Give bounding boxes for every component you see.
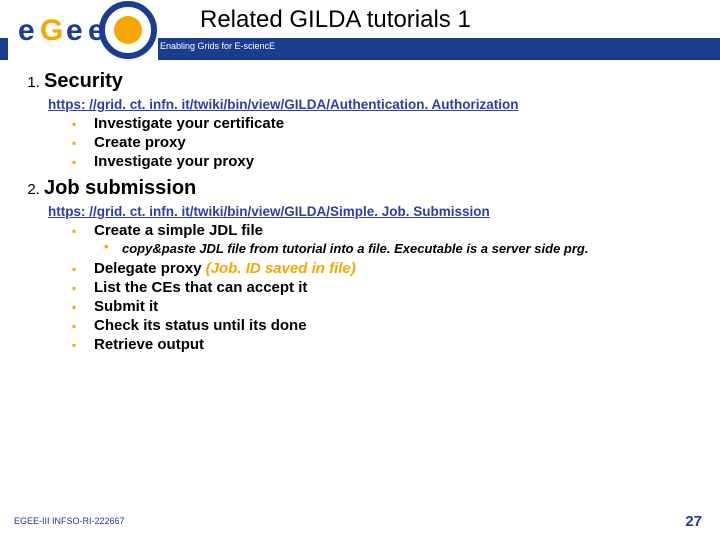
tagline: Enabling Grids for E-sciencE [160, 41, 275, 51]
bullet-text: Delegate proxy [94, 260, 202, 277]
section-title: Job submission [44, 177, 196, 200]
list-item: Submit it [94, 297, 700, 316]
list-item: Investigate your proxy [94, 152, 700, 171]
egee-logo: e G e e [8, 0, 158, 60]
list-item: Create proxy [94, 133, 700, 152]
section-job-submission: Job submission https: //grid. ct. infn. … [44, 177, 700, 354]
slide-content: Security https: //grid. ct. infn. it/twi… [0, 62, 720, 354]
section-title: Security [44, 70, 123, 93]
footer-id: EGEE-III INFSO-RI-222667 [14, 516, 125, 526]
bullet-text: Create a simple JDL file [94, 222, 263, 239]
job-submission-link[interactable]: https: //grid. ct. infn. it/twiki/bin/vi… [48, 204, 700, 219]
svg-text:e: e [66, 14, 83, 47]
list-item: Create a simple JDL file copy&paste JDL … [94, 221, 700, 259]
slide-title: Related GILDA tutorials 1 [200, 6, 471, 34]
list-item: Investigate your certificate [94, 114, 700, 133]
svg-text:e: e [88, 14, 105, 47]
section-security: Security https: //grid. ct. infn. it/twi… [44, 70, 700, 171]
bullet-note: (Job. ID saved in file) [206, 260, 356, 277]
list-item: Delegate proxy (Job. ID saved in file) [94, 259, 700, 278]
list-item: Check its status until its done [94, 316, 700, 335]
list-item: Retrieve output [94, 335, 700, 354]
slide-header: Related GILDA tutorials 1 Enabling Grids… [0, 0, 720, 62]
page-number: 27 [685, 513, 702, 530]
svg-text:e: e [18, 14, 35, 47]
svg-text:G: G [40, 14, 63, 47]
sub-item: copy&paste JDL file from tutorial into a… [122, 239, 700, 258]
security-link[interactable]: https: //grid. ct. infn. it/twiki/bin/vi… [48, 97, 700, 112]
list-item: List the CEs that can accept it [94, 278, 700, 297]
